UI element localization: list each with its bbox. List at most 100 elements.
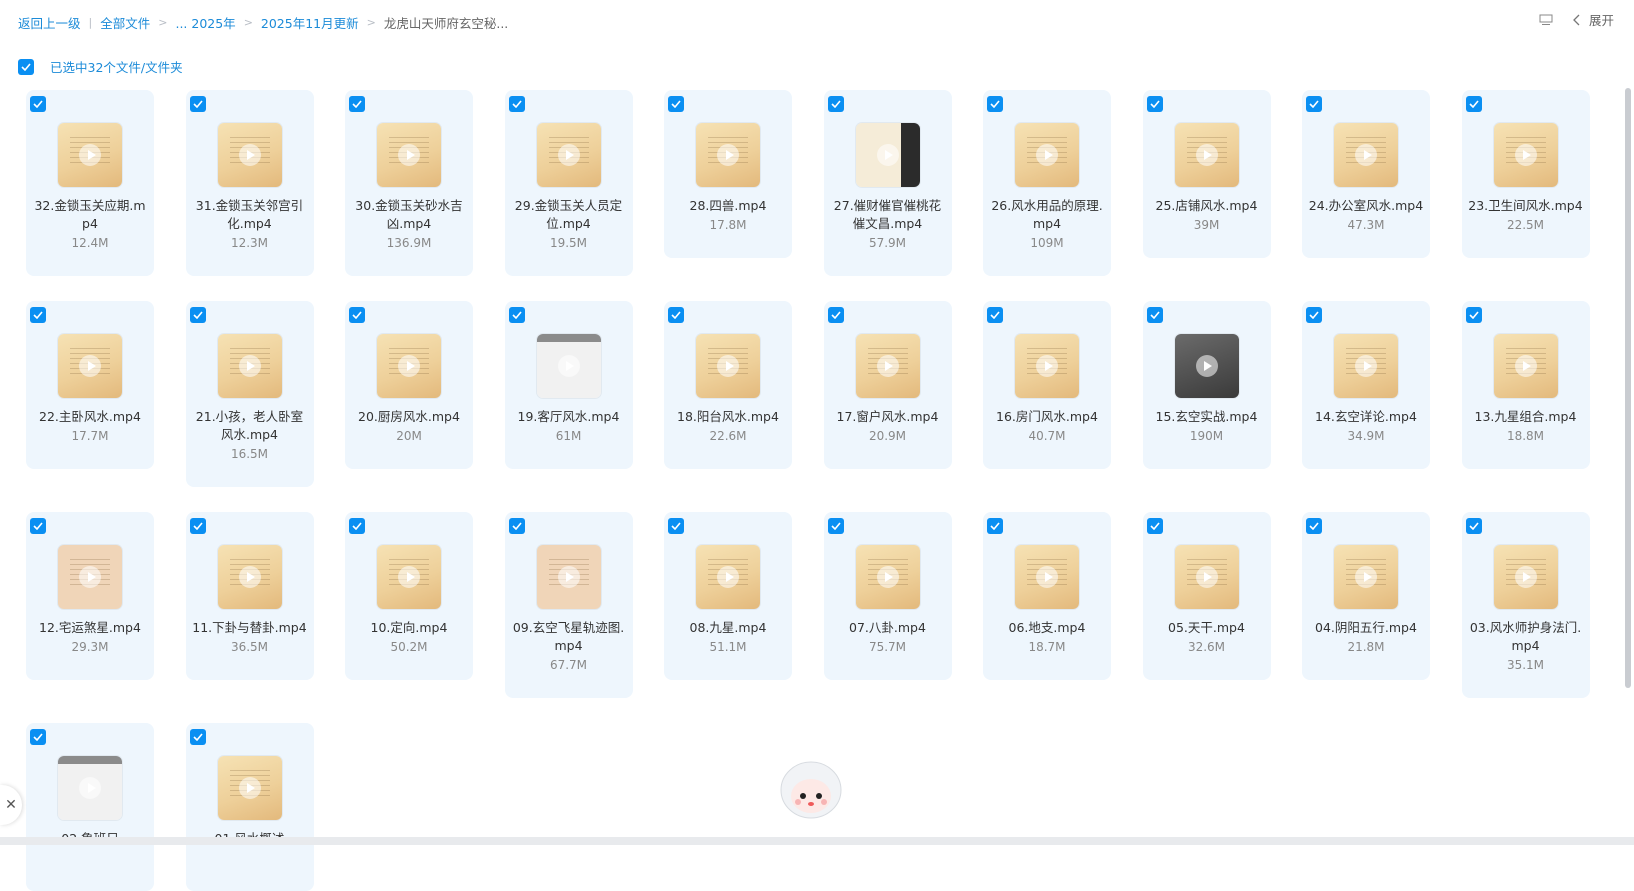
video-thumbnail[interactable] (1174, 334, 1239, 398)
file-card[interactable]: 08.九星.mp4 51.1M (664, 512, 792, 680)
video-thumbnail[interactable] (217, 756, 282, 820)
file-card[interactable]: 13.九星组合.mp4 18.8M (1461, 301, 1590, 469)
video-thumbnail[interactable] (1174, 545, 1239, 609)
file-checkbox[interactable] (1465, 518, 1482, 534)
file-checkbox[interactable] (987, 96, 1003, 112)
file-checkbox[interactable] (827, 96, 844, 112)
video-thumbnail[interactable] (217, 123, 282, 187)
video-thumbnail[interactable] (1334, 334, 1398, 398)
video-thumbnail[interactable] (58, 334, 122, 398)
video-thumbnail[interactable] (696, 545, 760, 609)
expand-button[interactable]: 展开 (1573, 10, 1614, 29)
file-card[interactable]: 20.厨房风水.mp4 20M (345, 301, 473, 469)
file-card[interactable]: 16.房门风水.mp4 40.7M (983, 301, 1111, 469)
horizontal-scrollbar[interactable] (0, 837, 1634, 845)
file-checkbox[interactable] (30, 307, 46, 323)
video-thumbnail[interactable] (696, 123, 760, 187)
file-checkbox[interactable] (189, 518, 206, 534)
file-card[interactable]: 22.主卧风水.mp4 17.7M (26, 301, 154, 469)
breadcrumb-year[interactable]: ... 2025年 (175, 13, 235, 32)
back-link[interactable]: 返回上一级 (18, 13, 81, 32)
file-card[interactable]: 18.阳台风水.mp4 22.6M (664, 301, 792, 469)
video-thumbnail[interactable] (58, 123, 122, 187)
file-checkbox[interactable] (349, 96, 365, 112)
file-checkbox[interactable] (668, 307, 684, 323)
video-thumbnail[interactable] (1493, 545, 1558, 609)
video-thumbnail[interactable] (1493, 123, 1558, 187)
file-checkbox[interactable] (189, 96, 206, 112)
file-card[interactable]: 31.金锁玉关邻宫引化.mp4 12.3M (185, 90, 314, 276)
video-thumbnail[interactable] (1015, 545, 1079, 609)
video-thumbnail[interactable] (58, 756, 122, 820)
video-thumbnail[interactable] (1334, 545, 1398, 609)
file-checkbox[interactable] (668, 96, 684, 112)
file-card[interactable]: 02.鲁班尺 (26, 723, 154, 891)
file-card[interactable]: 09.玄空飞星轨迹图.mp4 67.7M (504, 512, 633, 698)
file-checkbox[interactable] (1465, 96, 1482, 112)
file-card[interactable]: 03.风水师护身法门.mp4 35.1M (1461, 512, 1590, 698)
file-checkbox[interactable] (508, 96, 525, 112)
close-icon[interactable]: ✕ (0, 785, 22, 825)
file-checkbox[interactable] (1146, 307, 1163, 323)
file-card[interactable]: 04.阴阳五行.mp4 21.8M (1302, 512, 1430, 680)
video-thumbnail[interactable] (217, 545, 282, 609)
file-card[interactable]: 05.天干.mp4 32.6M (1142, 512, 1271, 680)
select-all-checkbox[interactable] (18, 58, 34, 75)
video-thumbnail[interactable] (536, 334, 601, 398)
file-card[interactable]: 29.金锁玉关人员定位.mp4 19.5M (504, 90, 633, 276)
file-checkbox[interactable] (1306, 96, 1322, 112)
file-card[interactable]: 17.窗户风水.mp4 20.9M (823, 301, 952, 469)
file-checkbox[interactable] (987, 307, 1003, 323)
file-card[interactable]: 28.四兽.mp4 17.8M (664, 90, 792, 258)
file-checkbox[interactable] (987, 518, 1003, 534)
file-card[interactable]: 21.小孩，老人卧室风水.mp4 16.5M (185, 301, 314, 487)
monitor-icon[interactable] (1539, 14, 1553, 26)
file-card[interactable]: 12.宅运煞星.mp4 29.3M (26, 512, 154, 680)
video-thumbnail[interactable] (1174, 123, 1239, 187)
file-card[interactable]: 06.地支.mp4 18.7M (983, 512, 1111, 680)
video-thumbnail[interactable] (217, 334, 282, 398)
video-thumbnail[interactable] (1493, 334, 1558, 398)
file-card[interactable]: 07.八卦.mp4 75.7M (823, 512, 952, 680)
breadcrumb-all-files[interactable]: 全部文件 (100, 13, 150, 32)
file-card[interactable]: 15.玄空实战.mp4 190M (1142, 301, 1271, 469)
file-checkbox[interactable] (349, 518, 365, 534)
file-card[interactable]: 19.客厅风水.mp4 61M (504, 301, 633, 469)
video-thumbnail[interactable] (696, 334, 760, 398)
file-checkbox[interactable] (1306, 518, 1322, 534)
file-card[interactable]: 14.玄空详论.mp4 34.9M (1302, 301, 1430, 469)
file-card[interactable]: 10.定向.mp4 50.2M (345, 512, 473, 680)
file-checkbox[interactable] (668, 518, 684, 534)
file-checkbox[interactable] (30, 96, 46, 112)
video-thumbnail[interactable] (855, 123, 920, 187)
file-checkbox[interactable] (30, 729, 46, 745)
video-thumbnail[interactable] (536, 545, 601, 609)
file-checkbox[interactable] (827, 307, 844, 323)
video-thumbnail[interactable] (1015, 334, 1079, 398)
file-card[interactable]: 24.办公室风水.mp4 47.3M (1302, 90, 1430, 258)
video-thumbnail[interactable] (377, 123, 441, 187)
file-checkbox[interactable] (189, 307, 206, 323)
file-card[interactable]: 25.店铺风水.mp4 39M (1142, 90, 1271, 258)
file-card[interactable]: 26.风水用品的原理.mp4 109M (983, 90, 1111, 276)
video-thumbnail[interactable] (58, 545, 122, 609)
video-thumbnail[interactable] (1015, 123, 1079, 187)
file-card[interactable]: 27.催财催官催桃花催文昌.mp4 57.9M (823, 90, 952, 276)
file-card[interactable]: 11.下卦与替卦.mp4 36.5M (185, 512, 314, 680)
file-checkbox[interactable] (189, 729, 206, 745)
video-thumbnail[interactable] (1334, 123, 1398, 187)
video-thumbnail[interactable] (377, 545, 441, 609)
file-checkbox[interactable] (508, 307, 525, 323)
mascot-icon[interactable] (778, 760, 844, 822)
video-thumbnail[interactable] (536, 123, 601, 187)
file-card[interactable]: 32.金锁玉关应期.mp4 12.4M (26, 90, 154, 276)
video-thumbnail[interactable] (855, 334, 920, 398)
file-checkbox[interactable] (827, 518, 844, 534)
file-checkbox[interactable] (1146, 96, 1163, 112)
file-card[interactable]: 01.风水概述 (185, 723, 314, 891)
file-checkbox[interactable] (1306, 307, 1322, 323)
file-checkbox[interactable] (1465, 307, 1482, 323)
video-thumbnail[interactable] (855, 545, 920, 609)
video-thumbnail[interactable] (377, 334, 441, 398)
file-card[interactable]: 30.金锁玉关砂水吉凶.mp4 136.9M (345, 90, 473, 276)
